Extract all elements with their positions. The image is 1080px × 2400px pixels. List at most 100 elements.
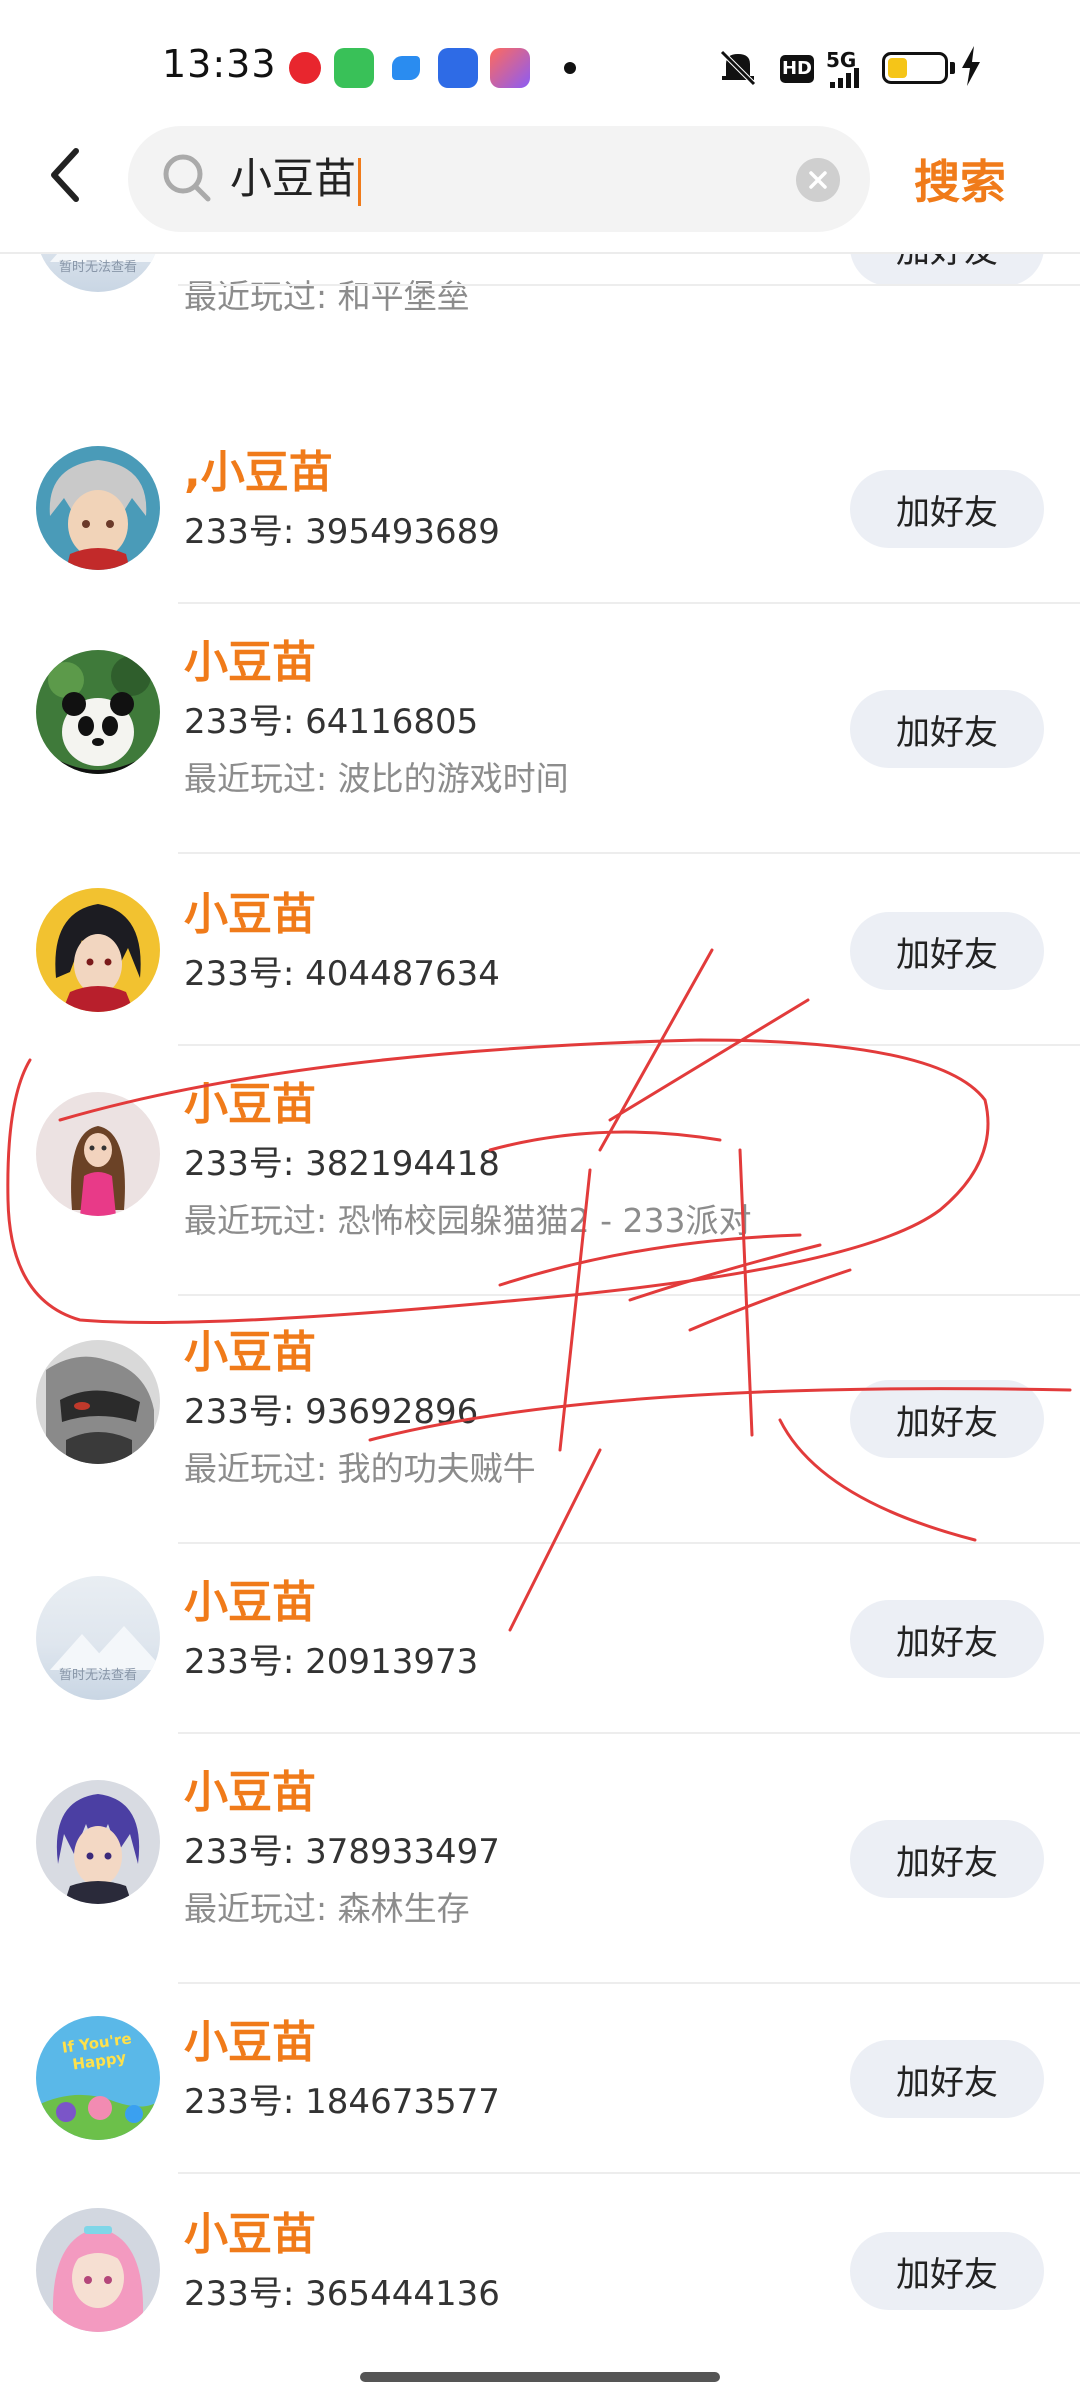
user-id-prefix: 233号:: [184, 2082, 306, 2122]
user-name: ,小豆苗: [184, 447, 333, 498]
result-row[interactable]: ,小豆苗 233号: 395493689 加好友: [0, 414, 1080, 604]
user-id-value: 382194418: [305, 1144, 500, 1184]
user-id-prefix: 233号:: [184, 954, 306, 994]
user-id-prefix: 233号:: [184, 512, 306, 552]
user-avatar[interactable]: [36, 650, 160, 774]
user-id-value: 365444136: [305, 2274, 500, 2314]
text-caret: [358, 157, 362, 206]
user-avatar[interactable]: [36, 1092, 160, 1216]
add-friend-button[interactable]: 加好友: [850, 1600, 1044, 1678]
video-app-icon: [285, 48, 325, 88]
add-friend-button[interactable]: 加好友: [850, 2040, 1044, 2118]
user-name: 小豆苗: [184, 2017, 316, 2068]
result-row[interactable]: 小豆苗 233号: 404487634 加好友: [0, 856, 1080, 1046]
user-id-value: 378933497: [305, 1832, 500, 1872]
user-id-prefix: 233号:: [184, 1144, 306, 1184]
result-row[interactable]: 小豆苗 233号: 365444136 加好友: [0, 2176, 1080, 2400]
result-row[interactable]: 小豆苗 233号: 382194418 最近玩过: 恐怖校园躲猫猫2 - 233派对: [0, 1048, 1080, 1296]
search-result-list[interactable]: 暂时无法查看233号: 190261003最近玩过: 和平堡垒加好友,小豆苗23…: [0, 254, 1080, 2400]
user-id-prefix: 233号:: [184, 1392, 306, 1432]
result-row[interactable]: 暂时无法查看 233号: 190261003 最近玩过: 和平堡垒 加好友: [0, 254, 1080, 316]
add-friend-button[interactable]: 加好友: [850, 2232, 1044, 2310]
user-id-line: 233号: 190261003: [184, 254, 500, 261]
user-name: 小豆苗: [184, 1577, 316, 1628]
recently-played: 最近玩过: 恐怖校园躲猫猫2 - 233派对: [184, 1201, 752, 1240]
shortcut-app-icon: [490, 48, 530, 88]
signal-icon: [830, 68, 859, 88]
wechat-mini-app-icon: [334, 48, 374, 88]
recently-played: 最近玩过: 波比的游戏时间: [184, 759, 569, 798]
result-row[interactable]: 小豆苗 233号: 93692896 最近玩过: 我的功夫贼牛 加好友: [0, 1296, 1080, 1544]
user-id-value: 395493689: [305, 512, 500, 552]
user-id-line: 233号: 93692896: [184, 1384, 478, 1433]
user-avatar[interactable]: If You're Happy: [36, 2016, 160, 2140]
user-avatar[interactable]: [36, 446, 160, 570]
status-bar: 13:33 HD 5G: [0, 0, 1080, 130]
back-button[interactable]: [44, 145, 94, 205]
recently-played: 最近玩过: 森林生存: [184, 1889, 470, 1928]
result-row[interactable]: 小豆苗 233号: 378933497 最近玩过: 森林生存 加好友: [0, 1736, 1080, 1984]
status-time: 13:33: [162, 42, 277, 86]
user-id-prefix: 233号:: [184, 254, 305, 260]
result-row[interactable]: If You're Happy 小豆苗 233号: 184673577 加好友: [0, 1984, 1080, 2174]
row-divider: [178, 1732, 1080, 1734]
row-divider: [178, 284, 1080, 286]
add-friend-button[interactable]: 加好友: [850, 912, 1044, 990]
add-friend-button[interactable]: 加好友: [850, 690, 1044, 768]
user-id-line: 233号: 404487634: [184, 946, 500, 995]
user-name: 小豆苗: [184, 889, 316, 940]
user-id-line: 233号: 184673577: [184, 2074, 500, 2123]
add-friend-button[interactable]: 加好友: [850, 1820, 1044, 1898]
row-divider: [178, 1044, 1080, 1046]
avatar-placeholder-text: 暂时无法查看: [58, 260, 137, 275]
battery-level: [888, 58, 907, 78]
user-id-line: 233号: 382194418: [184, 1136, 500, 1185]
hd-icon: HD: [780, 55, 814, 83]
add-friend-button[interactable]: 加好友: [850, 1380, 1044, 1458]
charging-icon: [962, 46, 980, 86]
user-id-value: 184673577: [305, 2082, 500, 2122]
clear-icon[interactable]: [796, 158, 840, 202]
user-id-line: 233号: 64116805: [184, 694, 478, 743]
user-id-value: 190261003: [305, 254, 500, 260]
user-id-line: 233号: 395493689: [184, 504, 500, 553]
recently-played: 最近玩过: 和平堡垒: [184, 277, 470, 316]
user-avatar[interactable]: [36, 888, 160, 1012]
mute-icon: [720, 50, 756, 86]
user-id-value: 404487634: [305, 954, 500, 994]
battery-cap: [950, 62, 955, 74]
user-id-value: 20913973: [305, 1642, 479, 1682]
result-row[interactable]: 暂时无法查看 小豆苗 233号: 20913973 加好友: [0, 1544, 1080, 1734]
user-name: 小豆苗: [184, 2209, 316, 2260]
user-id-prefix: 233号:: [184, 1832, 306, 1872]
notification-dot: [564, 62, 576, 74]
user-name: 小豆苗: [184, 1327, 316, 1378]
user-avatar[interactable]: [36, 2208, 160, 2332]
search-icon: [163, 154, 211, 202]
user-id-line: 233号: 378933497: [184, 1824, 500, 1873]
user-name: 小豆苗: [184, 1767, 316, 1818]
search-box[interactable]: 小豆苗: [128, 126, 870, 232]
user-avatar[interactable]: [36, 1340, 160, 1464]
user-avatar[interactable]: 暂时无法查看: [36, 254, 160, 292]
home-indicator[interactable]: [360, 2372, 720, 2382]
row-divider: [178, 2172, 1080, 2174]
add-friend-button[interactable]: 加好友: [850, 470, 1044, 548]
avatar-placeholder-text: 暂时无法查看: [58, 1668, 137, 1683]
row-divider: [178, 602, 1080, 604]
user-avatar[interactable]: [36, 1780, 160, 1904]
add-friend-button[interactable]: 加好友: [850, 254, 1044, 286]
search-input[interactable]: 小豆苗: [230, 146, 770, 212]
user-id-value: 64116805: [305, 702, 479, 742]
user-name: 小豆苗: [184, 637, 316, 688]
user-id-prefix: 233号:: [184, 2274, 306, 2314]
user-id-line: 233号: 365444136: [184, 2266, 500, 2315]
user-id-line: 233号: 20913973: [184, 1634, 478, 1683]
user-avatar[interactable]: 暂时无法查看: [36, 1576, 160, 1700]
user-name: 小豆苗: [184, 1079, 316, 1130]
user-id-prefix: 233号:: [184, 702, 306, 742]
baidu-app-icon: [438, 48, 478, 88]
search-button[interactable]: 搜索: [914, 146, 1006, 212]
result-row[interactable]: 小豆苗 233号: 64116805 最近玩过: 波比的游戏时间 加好友: [0, 606, 1080, 854]
user-id-value: 93692896: [305, 1392, 479, 1432]
